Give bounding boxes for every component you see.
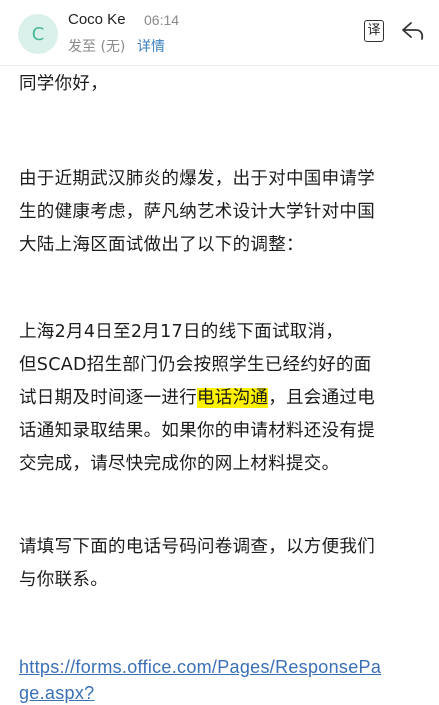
reply-button[interactable] <box>401 20 425 42</box>
paragraph-survey: 请填写下面的电话号码问卷调查，以方便我们 与你联系。 <box>19 531 375 597</box>
paragraph-line: 但SCAD招生部门仍会按照学生已经约好的面 <box>19 355 372 375</box>
paragraph-line: 话通知录取结果。如果你的申请材料还没有提 <box>19 421 375 441</box>
highlighted-text: 电话沟通 <box>197 388 269 408</box>
reply-icon <box>402 22 424 40</box>
paragraph-line: 交完成，请尽快完成你的网上材料提交。 <box>19 454 340 474</box>
paragraph-line: 试日期及时间逐一进行电话沟通，且会通过电 <box>19 382 375 415</box>
survey-link[interactable]: https://forms.office.com/Pages/ResponseP… <box>19 654 381 705</box>
paragraph-line: 与你联系。 <box>19 570 108 590</box>
paragraph-interview-change: 上海2月4日至2月17日的线下面试取消， 但SCAD招生部门仍会按照学生已经约好… <box>19 316 375 481</box>
sent-time: 06:14 <box>144 12 180 28</box>
link-line[interactable]: https://forms.office.com/Pages/ResponseP… <box>19 654 381 680</box>
link-line[interactable]: ge.aspx? <box>19 680 381 705</box>
paragraph-line: 由于近期武汉肺炎的爆发，出于对中国申请学 <box>19 169 375 189</box>
paragraph-line: 上海2月4日至2月17日的线下面试取消， <box>19 322 344 342</box>
sender-name[interactable]: Coco Ke <box>68 11 126 28</box>
paragraph-line: 请填写下面的电话号码问卷调查，以方便我们 <box>19 537 375 557</box>
details-link[interactable]: 详情 <box>137 36 165 56</box>
text-segment: ，且会通过电 <box>268 388 376 408</box>
paragraph-line: 生的健康考虑，萨凡纳艺术设计大学针对中国 <box>19 202 375 222</box>
paragraph-intro: 由于近期武汉肺炎的爆发，出于对中国申请学 生的健康考虑，萨凡纳艺术设计大学针对中… <box>19 163 375 262</box>
text-segment: 试日期及时间逐一进行 <box>19 388 197 408</box>
translate-button[interactable]: 译 <box>364 20 384 42</box>
email-header: C Coco Ke 06:14 发至 (无) 详情 译 <box>0 0 439 66</box>
paragraph-line: 大陆上海区面试做出了以下的调整： <box>19 235 304 255</box>
greeting: 同学你好， <box>19 74 108 94</box>
recipient-line: 发至 (无) <box>68 39 126 55</box>
email-view: C Coco Ke 06:14 发至 (无) 详情 译 同学你好， 由于近期武汉… <box>0 0 439 705</box>
sender-avatar[interactable]: C <box>18 14 58 54</box>
